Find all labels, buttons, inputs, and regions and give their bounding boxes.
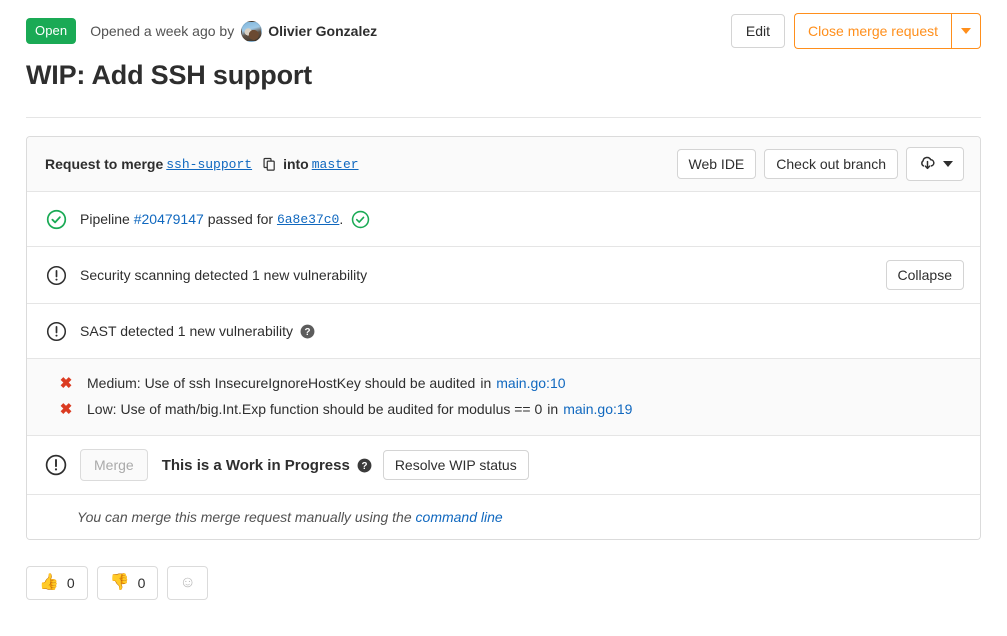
branch-info: Request to merge ssh-support into master <box>45 156 362 172</box>
request-to-merge-label: Request to merge <box>45 156 164 172</box>
pipeline-label: Pipeline <box>80 211 130 227</box>
manual-merge-row: You can merge this merge request manuall… <box>27 495 980 539</box>
pipeline-status-text: Pipeline #20479147 passed for 6a8e37c0. <box>80 210 370 229</box>
award-thumbsdown-count: 0 <box>137 575 146 591</box>
award-thumbsup-count: 0 <box>66 575 75 591</box>
commit-sha-link[interactable]: 6a8e37c0 <box>277 212 339 227</box>
vulnerability-text: Low: Use of math/big.Int.Exp function sh… <box>87 401 543 417</box>
severity-critical-icon: ✖ <box>59 400 73 418</box>
mr-top-actions: Edit Close merge request <box>730 13 981 49</box>
pipeline-status-row: Pipeline #20479147 passed for 6a8e37c0. <box>27 192 980 247</box>
opened-meta: Opened a week ago by Olivier Gonzalez <box>90 20 377 42</box>
opened-text: Opened a week ago by <box>90 23 235 39</box>
security-scanning-row: Security scanning detected 1 new vulnera… <box>27 247 980 304</box>
author-name[interactable]: Olivier Gonzalez <box>268 23 377 39</box>
web-ide-button[interactable]: Web IDE <box>676 149 757 179</box>
award-emoji-bar: 👍 0 👎 0 ☺ <box>26 566 981 600</box>
close-merge-request-button[interactable]: Close merge request <box>794 13 951 49</box>
pipeline-result-label: passed for <box>207 211 274 227</box>
vulnerability-file-link[interactable]: main.go:10 <box>496 375 565 391</box>
download-code-dropdown[interactable] <box>906 147 964 181</box>
mr-status-bar: Open Opened a week ago by Olivier Gonzal… <box>0 0 1007 49</box>
award-thumbsdown-button[interactable]: 👎 0 <box>96 566 159 600</box>
vulnerability-text: Medium: Use of ssh InsecureIgnoreHostKey… <box>87 375 476 391</box>
title-divider <box>26 117 981 118</box>
widget-header-actions: Web IDE Check out branch <box>676 147 964 181</box>
target-branch-link[interactable]: master <box>312 157 359 172</box>
chevron-down-icon <box>961 28 971 34</box>
thumbsup-icon: 👍 <box>39 574 59 591</box>
wip-status-row: Merge This is a Work in Progress ? Resol… <box>27 436 980 495</box>
sast-text: SAST detected 1 new vulnerability <box>80 323 293 339</box>
vulnerability-in-label: in <box>547 401 559 417</box>
add-reaction-button[interactable]: ☺ <box>167 566 208 600</box>
vulnerability-item: ✖ Medium: Use of ssh InsecureIgnoreHostK… <box>59 370 962 396</box>
merge-button[interactable]: Merge <box>80 449 148 481</box>
question-icon[interactable]: ? <box>357 458 372 473</box>
edit-button[interactable]: Edit <box>730 14 786 48</box>
merge-request-widget: Request to merge ssh-support into master… <box>26 136 981 540</box>
command-line-link[interactable]: command line <box>416 509 503 525</box>
svg-text:?: ? <box>361 461 367 472</box>
vulnerability-list: ✖ Medium: Use of ssh InsecureIgnoreHostK… <box>27 359 980 436</box>
commit-status-success-icon <box>351 210 370 229</box>
close-merge-request-split-button: Close merge request <box>794 13 981 49</box>
pipeline-id-link[interactable]: #20479147 <box>134 211 204 227</box>
vulnerability-item: ✖ Low: Use of math/big.Int.Exp function … <box>59 396 962 422</box>
download-code-icon <box>919 154 936 174</box>
pipeline-period: . <box>339 211 344 227</box>
check-out-branch-button[interactable]: Check out branch <box>764 149 898 179</box>
smiley-add-reaction-icon: ☺ <box>179 574 196 591</box>
sast-row: SAST detected 1 new vulnerability ? <box>27 304 980 359</box>
copy-icon[interactable] <box>262 157 277 172</box>
collapse-button[interactable]: Collapse <box>885 260 964 290</box>
vulnerability-in-label: in <box>480 375 492 391</box>
merge-request-page: Open Opened a week ago by Olivier Gonzal… <box>0 0 1007 636</box>
page-title: WIP: Add SSH support <box>26 60 312 90</box>
svg-text:?: ? <box>304 327 310 338</box>
vulnerability-file-link[interactable]: main.go:19 <box>563 401 632 417</box>
user-avatar[interactable] <box>241 20 263 42</box>
wip-status-label: This is a Work in Progress <box>161 456 350 474</box>
status-warning-icon <box>45 264 67 286</box>
manual-merge-text: You can merge this merge request manuall… <box>77 509 412 525</box>
severity-critical-icon: ✖ <box>59 374 73 392</box>
question-icon[interactable]: ? <box>300 324 315 339</box>
status-success-icon <box>45 208 67 230</box>
into-label: into <box>283 156 309 172</box>
status-badge: Open <box>26 18 77 44</box>
status-warning-icon <box>45 320 67 342</box>
award-thumbsup-button[interactable]: 👍 0 <box>26 566 88 600</box>
security-row-actions: Collapse <box>885 260 964 290</box>
status-warning-icon <box>45 454 67 476</box>
thumbsdown-icon: 👎 <box>109 574 130 591</box>
source-branch-link[interactable]: ssh-support <box>166 157 252 172</box>
widget-header: Request to merge ssh-support into master… <box>27 137 980 192</box>
wip-status-text: This is a Work in Progress ? <box>162 457 372 474</box>
security-scanning-text: Security scanning detected 1 new vulnera… <box>80 267 368 283</box>
chevron-down-icon <box>943 161 953 167</box>
close-merge-request-dropdown-toggle[interactable] <box>951 13 981 49</box>
resolve-wip-status-button[interactable]: Resolve WIP status <box>382 450 529 480</box>
